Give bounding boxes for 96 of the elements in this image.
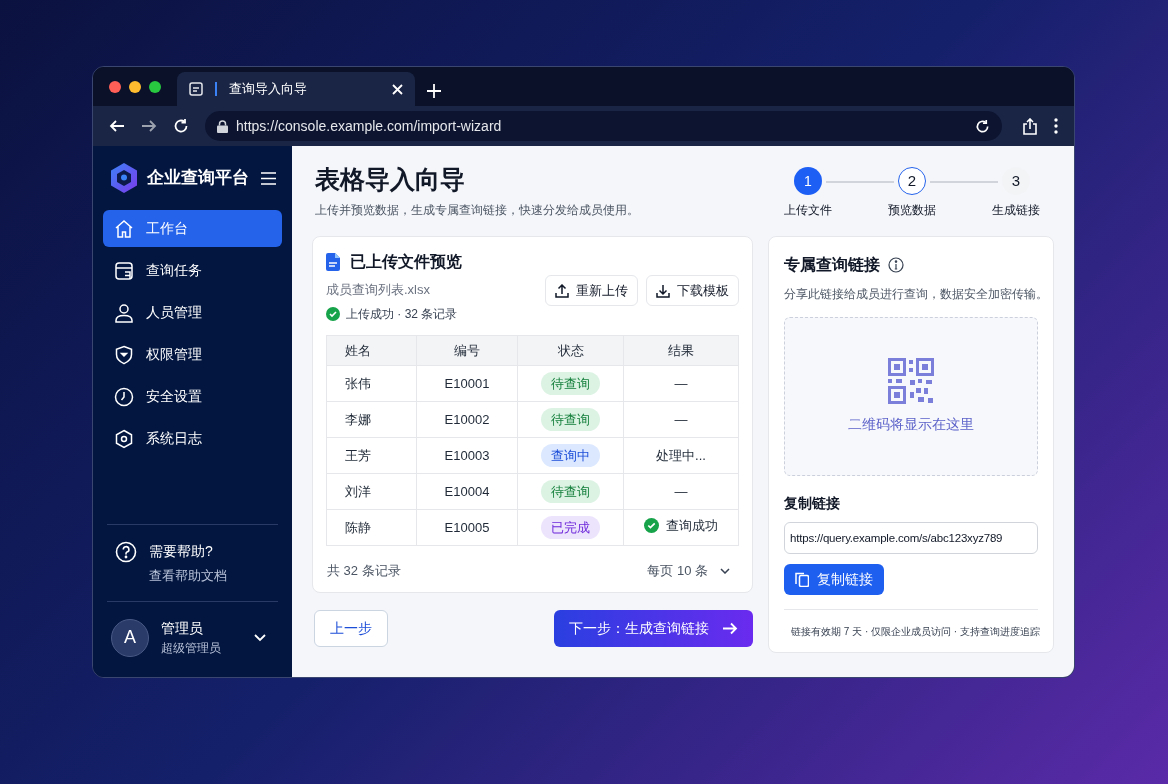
record-count: 共 32 条记录 <box>327 561 401 580</box>
lock-icon <box>217 119 228 133</box>
result-text: — <box>674 410 688 429</box>
sidebar-item[interactable]: 系统日志 <box>103 420 282 457</box>
maximize-window-icon[interactable] <box>149 80 161 93</box>
step-label: 生成链接 <box>992 202 1040 219</box>
help-link[interactable]: 查看帮助文档 <box>149 565 227 585</box>
back-icon[interactable] <box>109 118 125 134</box>
link-field[interactable]: https://query.example.com/s/abc123xyz789 <box>784 522 1038 555</box>
column-header: 状态 <box>517 335 624 366</box>
table-cell: E10001 <box>416 365 518 402</box>
upload-icon <box>555 283 569 298</box>
sidebar-item[interactable]: 查询任务 <box>103 252 282 289</box>
download-icon <box>656 283 670 298</box>
page-icon <box>189 82 203 96</box>
column-header: 结果 <box>623 335 739 366</box>
sidebar-item[interactable]: 工作台 <box>103 210 282 247</box>
table-cell: 王芳 <box>326 437 417 474</box>
sidebar-item[interactable]: 权限管理 <box>103 336 282 373</box>
logo-icon <box>109 162 139 194</box>
new-tab-icon[interactable] <box>427 84 441 98</box>
toolbar-button[interactable]: 重新上传 <box>545 275 638 307</box>
user-role: 超级管理员 <box>161 640 222 657</box>
calendar-icon <box>114 260 134 281</box>
result-text: — <box>674 482 688 501</box>
upload-status: 上传成功 · 32 条记录 <box>346 305 458 323</box>
back-button[interactable]: 上一步 <box>314 610 388 648</box>
menu-icon[interactable] <box>261 171 276 185</box>
table-cell: E10003 <box>416 437 518 474</box>
sidebar-item[interactable]: 安全设置 <box>103 378 282 415</box>
chevron-down-icon <box>720 567 730 574</box>
help-title: 需要帮助? <box>149 541 214 561</box>
close-icon[interactable] <box>392 83 403 95</box>
avatar[interactable]: A <box>111 618 149 657</box>
table-cell: 李娜 <box>326 401 417 438</box>
step-label: 预览数据 <box>888 202 936 219</box>
status-badge: 待查询 <box>541 407 600 431</box>
user-icon <box>114 302 134 323</box>
chevron-down-icon[interactable] <box>254 633 266 642</box>
home-icon <box>114 218 134 239</box>
qr-placeholder-text: 二维码将显示在这里 <box>848 415 974 435</box>
toolbar-button[interactable]: 下载模板 <box>646 275 739 307</box>
result-text: — <box>674 374 688 393</box>
user-name: 管理员 <box>161 619 204 638</box>
copy-icon <box>795 572 809 588</box>
url-text: https://console.example.com/import-wizard <box>236 116 503 136</box>
browser-tab[interactable]: 查询导入向导 <box>177 72 415 106</box>
document-icon <box>326 253 340 272</box>
field-label: 复制链接 <box>784 494 841 514</box>
status-badge: 待查询 <box>541 479 600 503</box>
shield-icon <box>114 344 134 365</box>
file-name: 成员查询列表.xlsx <box>326 281 431 300</box>
page-size-select[interactable]: 每页 10 条 <box>647 560 730 581</box>
share-icon[interactable] <box>1022 117 1038 135</box>
sidebar-item[interactable]: 人员管理 <box>103 294 282 331</box>
more-icon[interactable] <box>1054 118 1058 134</box>
table-cell: E10004 <box>416 473 518 510</box>
status-badge: 查询中 <box>541 443 600 467</box>
link-note: 链接有效期 7 天 · 仅限企业成员访问 · 支持查询进度追踪 <box>791 624 1040 639</box>
page-title: 表格导入向导 <box>315 164 466 195</box>
step-number: 1 <box>794 167 822 195</box>
card-title: 已上传文件预览 <box>350 252 462 273</box>
reload-icon[interactable] <box>975 118 990 134</box>
card-title: 专属查询链接 <box>784 255 880 276</box>
result-text: 处理中... <box>656 446 706 465</box>
brand-name: 企业查询平台 <box>147 167 250 190</box>
status-badge: 待查询 <box>541 371 600 395</box>
card-description: 分享此链接给成员进行查询，数据安全加密传输。 <box>784 286 1038 304</box>
qr-code-icon <box>888 358 934 405</box>
minimize-window-icon[interactable] <box>129 80 141 93</box>
column-header: 姓名 <box>326 335 417 366</box>
table-cell: E10005 <box>416 509 518 546</box>
column-header: 编号 <box>416 335 518 366</box>
forward-icon[interactable] <box>141 118 157 134</box>
step-number: 2 <box>898 167 926 195</box>
table-cell: 刘洋 <box>326 473 417 510</box>
arrow-right-icon <box>723 622 738 636</box>
table-cell: 张伟 <box>326 365 417 402</box>
step-label: 上传文件 <box>784 202 832 219</box>
hexagon-icon <box>114 428 134 449</box>
address-bar[interactable]: https://console.example.com/import-wizard <box>205 111 1002 141</box>
info-icon[interactable] <box>888 257 904 274</box>
copy-link-button[interactable]: 复制链接 <box>784 564 884 596</box>
check-circle-icon <box>326 306 340 321</box>
step-number: 3 <box>1002 167 1030 195</box>
table-cell: 陈静 <box>326 509 417 546</box>
result-text: 查询成功 <box>666 516 718 535</box>
reload-icon[interactable] <box>173 118 189 134</box>
clock-icon <box>114 386 134 407</box>
close-window-icon[interactable] <box>109 80 121 93</box>
status-badge: 已完成 <box>541 515 600 539</box>
page-subtitle: 上传并预览数据，生成专属查询链接，快速分发给成员使用。 <box>315 202 639 220</box>
tab-title: 查询导入向导 <box>229 80 308 99</box>
next-button[interactable]: 下一步：生成查询链接 <box>554 610 753 648</box>
table-cell: E10002 <box>416 401 518 438</box>
help-icon <box>115 540 137 563</box>
